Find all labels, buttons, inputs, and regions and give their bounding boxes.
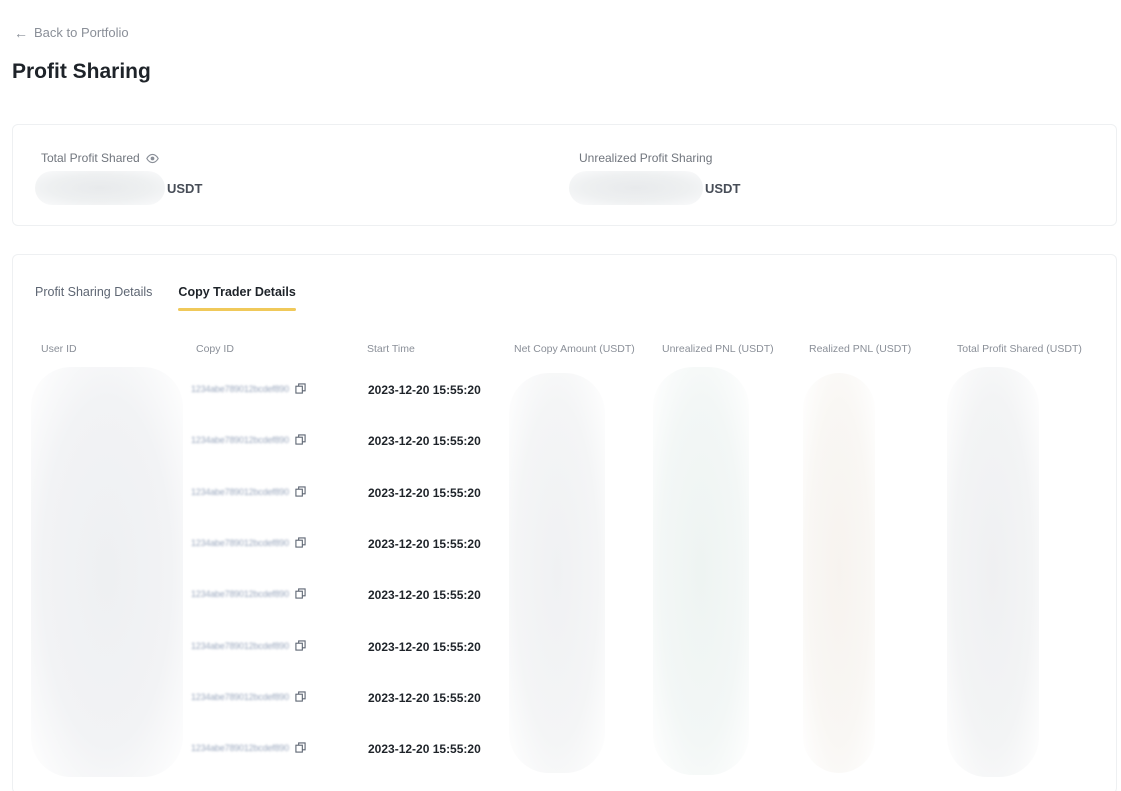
copy-id-text: 1234abe789012bcdef890 (191, 588, 289, 599)
copy-id-text: 1234abe789012bcdef890 (191, 383, 289, 394)
unrealized-profit-sharing-value-hidden (569, 171, 703, 205)
copy-id-text: 1234abe789012bcdef890 (191, 640, 289, 651)
column-header-net-copy-amount: Net Copy Amount (USDT) (514, 343, 635, 355)
copy-id-cell: 1234abe789012bcdef890 (191, 486, 306, 497)
copy-id-text: 1234abe789012bcdef890 (191, 486, 289, 497)
total-profit-shared-label: Total Profit Shared (41, 151, 140, 165)
total-profit-shared-value-hidden (35, 171, 165, 205)
tab-copy-trader-details[interactable]: Copy Trader Details (178, 285, 297, 311)
unrealized-profit-sharing-summary: Unrealized Profit Sharing USDT (569, 151, 741, 205)
summary-card: Total Profit Shared USDT Unrealized Prof… (12, 124, 1117, 226)
unrealized-pnl-column-hidden (653, 367, 749, 775)
unrealized-profit-sharing-unit: USDT (705, 180, 741, 196)
copy-id-cell: 1234abe789012bcdef890 (191, 383, 306, 394)
copy-id-text: 1234abe789012bcdef890 (191, 742, 289, 753)
copy-icon[interactable] (295, 640, 306, 651)
copy-icon[interactable] (295, 434, 306, 445)
user-id-column-hidden (31, 367, 183, 777)
realized-pnl-column-hidden (803, 373, 875, 773)
column-header-user-id: User ID (41, 343, 77, 355)
copy-id-text: 1234abe789012bcdef890 (191, 537, 289, 548)
unrealized-profit-sharing-label: Unrealized Profit Sharing (579, 151, 713, 165)
copy-icon[interactable] (295, 486, 306, 497)
details-card: Profit Sharing Details Copy Trader Detai… (12, 254, 1117, 791)
net-copy-amount-column-hidden (509, 373, 605, 773)
total-profit-shared-summary: Total Profit Shared USDT (35, 151, 203, 205)
start-time-cell: 2023-12-20 15:55:20 (368, 691, 481, 705)
column-header-realized-pnl: Realized PNL (USDT) (809, 343, 912, 355)
copy-id-cell: 1234abe789012bcdef890 (191, 537, 306, 548)
copy-icon[interactable] (295, 383, 306, 394)
start-time-cell: 2023-12-20 15:55:20 (368, 537, 481, 551)
copy-icon[interactable] (295, 537, 306, 548)
back-to-portfolio-link[interactable]: ← Back to Portfolio (14, 25, 129, 40)
copy-id-cell: 1234abe789012bcdef890 (191, 691, 306, 702)
back-link-label: Back to Portfolio (34, 25, 129, 40)
start-time-cell: 2023-12-20 15:55:20 (368, 742, 481, 756)
column-header-copy-id: Copy ID (196, 343, 234, 355)
column-header-total-profit-shared: Total Profit Shared (USDT) (957, 343, 1082, 355)
column-header-unrealized-pnl: Unrealized PNL (USDT) (662, 343, 774, 355)
copy-id-cell: 1234abe789012bcdef890 (191, 640, 306, 651)
start-time-cell: 2023-12-20 15:55:20 (368, 486, 481, 500)
copy-id-text: 1234abe789012bcdef890 (191, 434, 289, 445)
copy-id-cell: 1234abe789012bcdef890 (191, 742, 306, 753)
copy-icon[interactable] (295, 691, 306, 702)
copy-id-cell: 1234abe789012bcdef890 (191, 588, 306, 599)
start-time-cell: 2023-12-20 15:55:20 (368, 383, 481, 397)
total-profit-shared-unit: USDT (167, 180, 203, 196)
page-title: Profit Sharing (12, 60, 151, 83)
arrow-left-icon: ← (14, 24, 28, 41)
start-time-cell: 2023-12-20 15:55:20 (368, 640, 481, 654)
copy-id-cell: 1234abe789012bcdef890 (191, 434, 306, 445)
total-profit-shared-column-hidden (947, 367, 1039, 777)
details-tabs: Profit Sharing Details Copy Trader Detai… (35, 285, 297, 311)
start-time-cell: 2023-12-20 15:55:20 (368, 434, 481, 448)
tab-profit-sharing-details[interactable]: Profit Sharing Details (35, 285, 152, 311)
copy-icon[interactable] (295, 588, 306, 599)
eye-icon[interactable] (145, 152, 159, 165)
start-time-cell: 2023-12-20 15:55:20 (368, 588, 481, 602)
column-header-start-time: Start Time (367, 343, 415, 355)
copy-icon[interactable] (295, 742, 306, 753)
copy-id-text: 1234abe789012bcdef890 (191, 691, 289, 702)
